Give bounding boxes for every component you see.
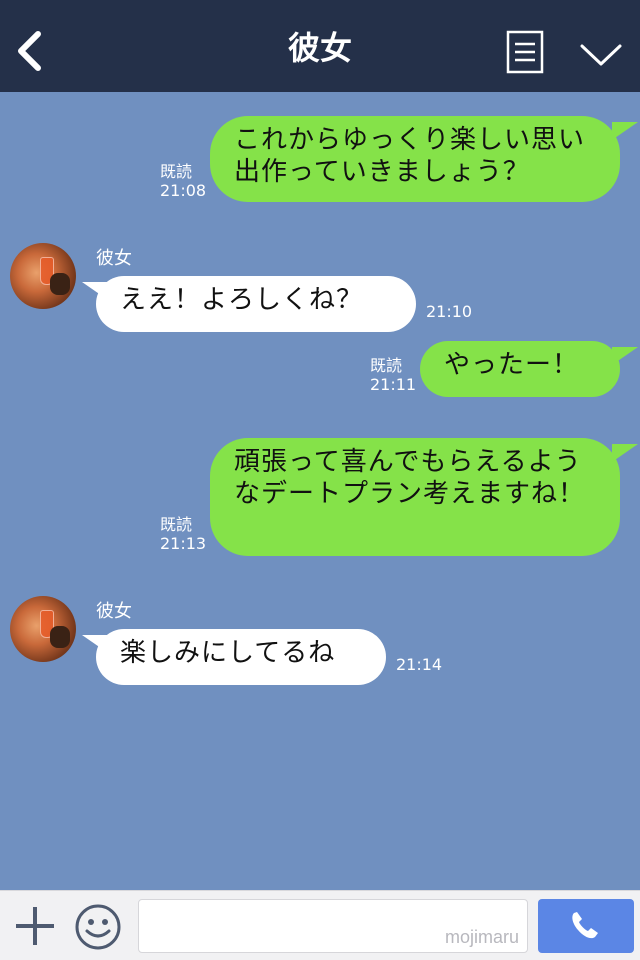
message-bubble-sent[interactable]: 頑張って喜んでもらえるようなデートプラン考えますね！	[210, 438, 620, 556]
message-bubble-received[interactable]: 楽しみにしてるね	[96, 629, 386, 685]
menu-button[interactable]	[506, 30, 544, 74]
dropdown-button[interactable]	[578, 36, 624, 72]
emoji-button[interactable]	[74, 903, 122, 951]
chevron-down-icon	[580, 44, 622, 66]
read-label: 既読	[370, 356, 403, 375]
message-time: 21:14	[396, 655, 443, 674]
read-label: 既読	[160, 162, 193, 181]
sender-name: 彼女	[96, 248, 132, 269]
chat-area[interactable]: 既読 21:08 これからゆっくり楽しい思い出作っていきましょう？ 彼女 ええ！…	[0, 92, 640, 890]
smiley-icon	[75, 904, 121, 950]
bubble-tail	[612, 347, 638, 365]
bubble-tail	[612, 122, 638, 140]
bubble-tail	[612, 444, 638, 462]
read-receipt: 既読 21:11	[370, 356, 416, 394]
message-bubble-received[interactable]: ええ！よろしくね？	[96, 276, 416, 332]
add-button[interactable]	[14, 905, 56, 947]
input-bar: mojimaru	[0, 890, 640, 960]
call-button[interactable]	[538, 899, 634, 953]
sender-name: 彼女	[96, 601, 132, 622]
note-list-icon	[506, 30, 544, 74]
chat-title: 彼女	[287, 29, 352, 67]
read-receipt: 既読 21:08	[160, 162, 206, 200]
avatar[interactable]	[10, 243, 76, 309]
plus-icon	[16, 907, 54, 945]
message-time: 21:10	[426, 302, 473, 321]
message-text: やったー！	[444, 350, 580, 380]
message-time: 21:11	[370, 375, 417, 394]
phone-icon	[572, 912, 598, 939]
message-bubble-sent[interactable]: これからゆっくり楽しい思い出作っていきましょう？	[210, 116, 620, 202]
message-text: これからゆっくり楽しい思い出作っていきましょう？	[234, 125, 586, 187]
read-receipt: 既読 21:13	[160, 515, 206, 553]
message-input[interactable]: mojimaru	[138, 899, 528, 953]
avatar[interactable]	[10, 596, 76, 662]
read-label: 既読	[160, 515, 193, 534]
watermark-text: mojimaru	[444, 927, 519, 947]
message-time: 21:13	[160, 534, 207, 553]
message-text: 頑張って喜んでもらえるようなデートプラン考えますね！	[234, 447, 586, 509]
message-text: ええ！よろしくね？	[120, 285, 364, 315]
message-text: 楽しみにしてるね	[120, 638, 336, 668]
chat-header: 彼女	[0, 0, 640, 92]
message-bubble-sent[interactable]: やったー！	[420, 341, 620, 397]
message-time: 21:08	[160, 181, 207, 200]
